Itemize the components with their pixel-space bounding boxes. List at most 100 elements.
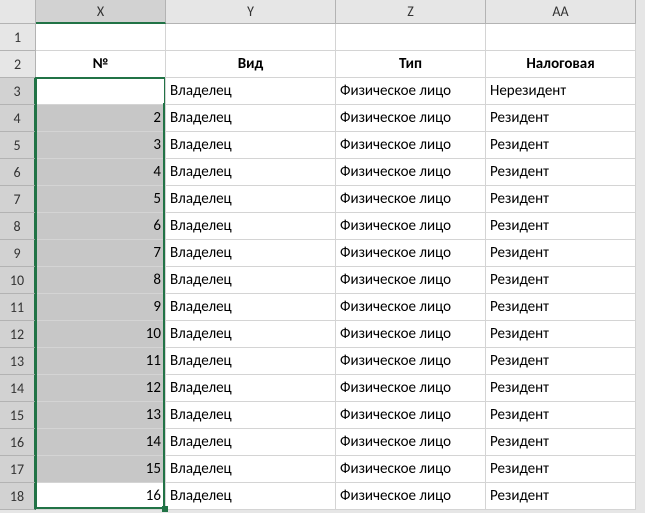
row-header-18[interactable]: 18 (0, 483, 36, 510)
cell-Y2[interactable]: Вид (166, 51, 336, 78)
cell-Y1[interactable] (166, 24, 336, 51)
cell-AA17[interactable]: Резидент (486, 456, 636, 483)
cell-AA4[interactable]: Резидент (486, 105, 636, 132)
cell-Z2[interactable]: Тип (336, 51, 486, 78)
cell-Z7[interactable]: Физическое лицо (336, 186, 486, 213)
table-row: 11ВладелецФизическое лицоРезидент (36, 348, 636, 375)
cell-AA14[interactable]: Резидент (486, 375, 636, 402)
cell-AA3[interactable]: Нерезидент (486, 78, 636, 105)
cell-Y13[interactable]: Владелец (166, 348, 336, 375)
cell-Y8[interactable]: Владелец (166, 213, 336, 240)
table-row: 1ВладелецФизическое лицоНерезидент (36, 78, 636, 105)
cell-Z15[interactable]: Физическое лицо (336, 402, 486, 429)
row-header-4[interactable]: 4 (0, 105, 36, 132)
cell-AA10[interactable]: Резидент (486, 267, 636, 294)
row-header-8[interactable]: 8 (0, 213, 36, 240)
cell-X4[interactable]: 2 (36, 105, 166, 132)
cell-AA8[interactable]: Резидент (486, 213, 636, 240)
cell-Y5[interactable]: Владелец (166, 132, 336, 159)
row-header-17[interactable]: 17 (0, 456, 36, 483)
cell-Z17[interactable]: Физическое лицо (336, 456, 486, 483)
cell-X10[interactable]: 8 (36, 267, 166, 294)
cell-Y9[interactable]: Владелец (166, 240, 336, 267)
cell-X9[interactable]: 7 (36, 240, 166, 267)
cell-X12[interactable]: 10 (36, 321, 166, 348)
cell-Z11[interactable]: Физическое лицо (336, 294, 486, 321)
cell-Y12[interactable]: Владелец (166, 321, 336, 348)
cell-X8[interactable]: 6 (36, 213, 166, 240)
cell-Z1[interactable] (336, 24, 486, 51)
row-header-1[interactable]: 1 (0, 24, 36, 51)
cell-Z16[interactable]: Физическое лицо (336, 429, 486, 456)
cell-Z5[interactable]: Физическое лицо (336, 132, 486, 159)
cell-Z3[interactable]: Физическое лицо (336, 78, 486, 105)
cell-Y6[interactable]: Владелец (166, 159, 336, 186)
cell-Y14[interactable]: Владелец (166, 375, 336, 402)
cell-AA12[interactable]: Резидент (486, 321, 636, 348)
row-header-5[interactable]: 5 (0, 132, 36, 159)
row-header-6[interactable]: 6 (0, 159, 36, 186)
select-all-corner[interactable] (0, 0, 36, 24)
cell-X18[interactable]: 16 (36, 483, 166, 510)
cell-AA1[interactable] (486, 24, 636, 51)
cell-X13[interactable]: 11 (36, 348, 166, 375)
row-header-15[interactable]: 15 (0, 402, 36, 429)
cell-X1[interactable] (36, 24, 166, 51)
cell-X7[interactable]: 5 (36, 186, 166, 213)
row-header-3[interactable]: 3 (0, 78, 36, 105)
row-header-16[interactable]: 16 (0, 429, 36, 456)
cell-X17[interactable]: 15 (36, 456, 166, 483)
cell-Y17[interactable]: Владелец (166, 456, 336, 483)
cell-X16[interactable]: 14 (36, 429, 166, 456)
row-header-14[interactable]: 14 (0, 375, 36, 402)
cell-Z13[interactable]: Физическое лицо (336, 348, 486, 375)
column-header-AA[interactable]: AA (486, 0, 636, 24)
cell-Y7[interactable]: Владелец (166, 186, 336, 213)
row-header-2[interactable]: 2 (0, 51, 36, 78)
cell-X5[interactable]: 3 (36, 132, 166, 159)
cell-X2[interactable]: № (36, 51, 166, 78)
row-header-11[interactable]: 11 (0, 294, 36, 321)
cell-Z12[interactable]: Физическое лицо (336, 321, 486, 348)
table-row: 6ВладелецФизическое лицоРезидент (36, 213, 636, 240)
cell-Z10[interactable]: Физическое лицо (336, 267, 486, 294)
row-header-10[interactable]: 10 (0, 267, 36, 294)
cell-X6[interactable]: 4 (36, 159, 166, 186)
cell-Y10[interactable]: Владелец (166, 267, 336, 294)
cell-X15[interactable]: 13 (36, 402, 166, 429)
cell-Z6[interactable]: Физическое лицо (336, 159, 486, 186)
cell-AA15[interactable]: Резидент (486, 402, 636, 429)
cell-Y15[interactable]: Владелец (166, 402, 336, 429)
cell-X3[interactable]: 1 (36, 78, 166, 105)
table-row: 2ВладелецФизическое лицоРезидент (36, 105, 636, 132)
cell-Z14[interactable]: Физическое лицо (336, 375, 486, 402)
cell-X14[interactable]: 12 (36, 375, 166, 402)
cell-grid[interactable]: №ВидТипНалоговая1ВладелецФизическое лицо… (36, 24, 636, 510)
cell-AA7[interactable]: Резидент (486, 186, 636, 213)
column-header-X[interactable]: X (36, 0, 166, 24)
cell-AA11[interactable]: Резидент (486, 294, 636, 321)
column-header-Z[interactable]: Z (336, 0, 486, 24)
row-header-13[interactable]: 13 (0, 348, 36, 375)
row-header-12[interactable]: 12 (0, 321, 36, 348)
cell-AA16[interactable]: Резидент (486, 429, 636, 456)
cell-Z18[interactable]: Физическое лицо (336, 483, 486, 510)
cell-Z8[interactable]: Физическое лицо (336, 213, 486, 240)
cell-AA18[interactable]: Резидент (486, 483, 636, 510)
cell-AA5[interactable]: Резидент (486, 132, 636, 159)
cell-Y18[interactable]: Владелец (166, 483, 336, 510)
cell-Y16[interactable]: Владелец (166, 429, 336, 456)
cell-AA6[interactable]: Резидент (486, 159, 636, 186)
column-header-Y[interactable]: Y (166, 0, 336, 24)
cell-X11[interactable]: 9 (36, 294, 166, 321)
row-header-7[interactable]: 7 (0, 186, 36, 213)
cell-Z9[interactable]: Физическое лицо (336, 240, 486, 267)
cell-AA13[interactable]: Резидент (486, 348, 636, 375)
cell-Z4[interactable]: Физическое лицо (336, 105, 486, 132)
row-header-9[interactable]: 9 (0, 240, 36, 267)
cell-Y4[interactable]: Владелец (166, 105, 336, 132)
cell-Y11[interactable]: Владелец (166, 294, 336, 321)
cell-Y3[interactable]: Владелец (166, 78, 336, 105)
cell-AA9[interactable]: Резидент (486, 240, 636, 267)
cell-AA2[interactable]: Налоговая (486, 51, 636, 78)
